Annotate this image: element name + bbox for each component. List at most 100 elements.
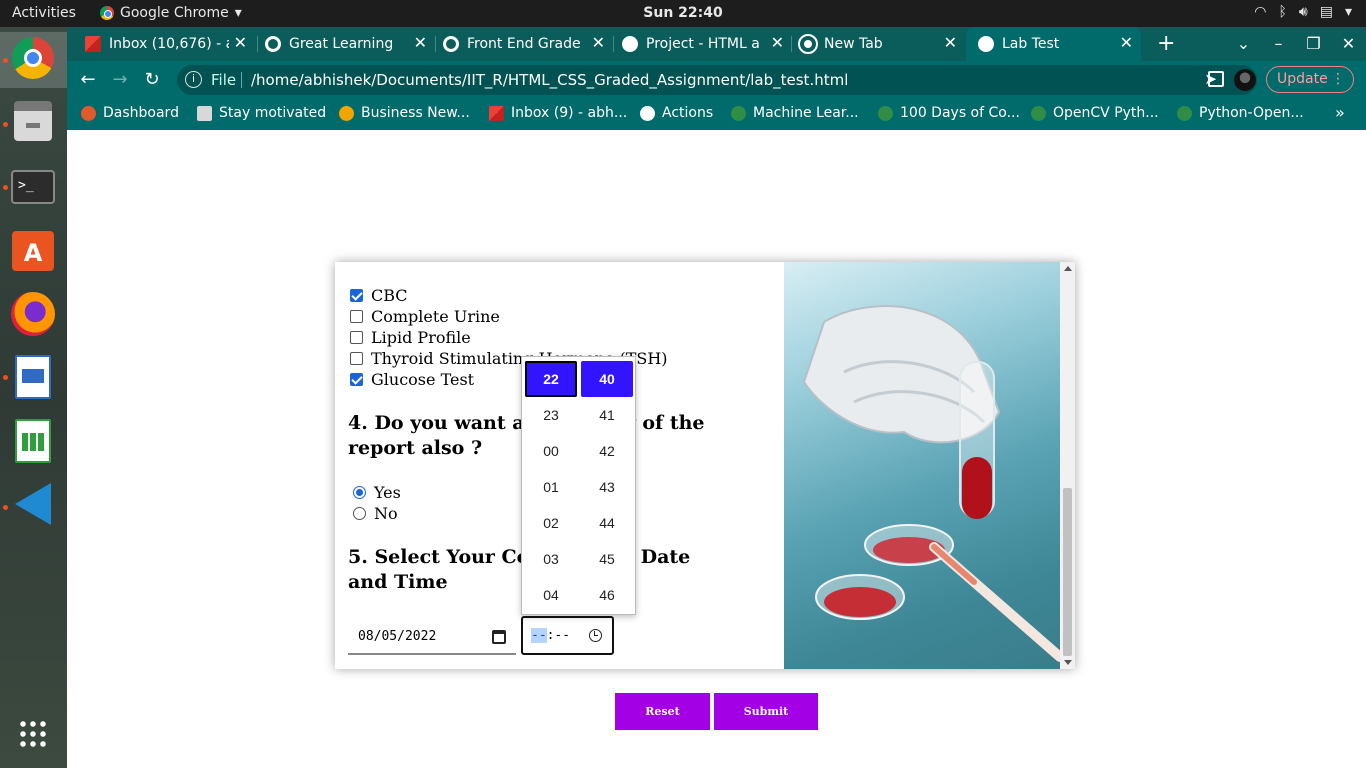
close-icon[interactable]: ✕ [234, 35, 247, 51]
radio-button[interactable] [353, 507, 366, 520]
bookmark-dashboard[interactable]: Dashboard [81, 105, 179, 121]
close-window-button[interactable]: ✕ [1331, 27, 1366, 61]
dock-calc[interactable] [11, 419, 55, 463]
system-tray[interactable]: ◠ ᛒ 🔊︎ ▤ ▾ [1254, 4, 1352, 20]
hour-option[interactable]: 02 [525, 505, 577, 541]
bookmark-python-open[interactable]: Python-Open... [1177, 105, 1304, 121]
back-button[interactable]: ← [75, 67, 101, 93]
dock-software[interactable]: A [11, 229, 55, 273]
close-icon[interactable]: ✕ [944, 35, 957, 51]
hour-option[interactable]: 22 [525, 361, 577, 397]
clipboard-icon: ▤ [1319, 4, 1333, 20]
tab-new-tab[interactable]: New Tab ✕ [798, 27, 965, 61]
date-input[interactable]: 08/05/2022 [348, 620, 516, 655]
page-content: CBC Complete Urine Lipid Profile Thyroid… [67, 130, 1366, 768]
dock-firefox[interactable] [11, 292, 55, 336]
minute-option[interactable]: 43 [581, 469, 633, 505]
minute-column[interactable]: 40 41 42 43 44 45 46 [581, 361, 633, 613]
checkbox[interactable] [350, 289, 363, 302]
checkbox[interactable] [350, 331, 363, 344]
minute-option[interactable]: 44 [581, 505, 633, 541]
dock-terminal[interactable]: >_ [11, 165, 55, 209]
hour-option[interactable]: 00 [525, 433, 577, 469]
scroll-up-icon[interactable] [1064, 266, 1072, 271]
update-button[interactable]: Update ⋮ [1266, 66, 1354, 93]
update-label: Update [1277, 71, 1328, 87]
reload-button[interactable]: ↻ [139, 67, 165, 93]
minute-option[interactable]: 41 [581, 397, 633, 433]
dock-files[interactable] [11, 99, 55, 143]
minute-option[interactable]: 46 [581, 577, 633, 613]
time-hour-segment[interactable]: -- [531, 628, 547, 643]
bookmark-business-news[interactable]: Business New... [339, 105, 470, 121]
kebab-menu-icon[interactable]: ⋮ [1331, 67, 1345, 92]
radio-yes[interactable]: Yes [353, 483, 401, 502]
checkbox[interactable] [350, 310, 363, 323]
scroll-down-icon[interactable] [1064, 660, 1072, 665]
tab-search-button[interactable]: ⌄ [1226, 27, 1261, 61]
submit-button[interactable]: Submit [714, 693, 818, 730]
bookmark-inbox[interactable]: Inbox (9) - abh... [489, 105, 627, 121]
hour-option[interactable]: 01 [525, 469, 577, 505]
google-icon [443, 36, 459, 52]
reset-button[interactable]: Reset [615, 693, 710, 730]
test-option-glucose[interactable]: Glucose Test [350, 370, 474, 389]
checkbox[interactable] [350, 373, 363, 386]
radio-no[interactable]: No [353, 504, 398, 523]
activities-button[interactable]: Activities [12, 5, 76, 21]
maximize-button[interactable]: ❐ [1296, 27, 1331, 61]
profile-avatar[interactable] [1234, 69, 1256, 91]
close-icon[interactable]: ✕ [771, 35, 784, 51]
tab-gmail-inbox[interactable]: Inbox (10,676) - a ✕ [85, 27, 255, 61]
bookmarks-overflow-button[interactable]: » [1335, 103, 1345, 122]
checkbox[interactable] [350, 352, 363, 365]
new-tab-button[interactable]: + [1157, 31, 1175, 56]
side-panel-icon[interactable] [1208, 71, 1224, 87]
radio-button[interactable] [353, 486, 366, 499]
url-text[interactable]: /home/abhishek/Documents/IIT_R/HTML_CSS_… [251, 71, 848, 89]
dock-writer[interactable] [11, 355, 55, 399]
info-icon[interactable]: i [185, 71, 202, 88]
minute-option[interactable]: 45 [581, 541, 633, 577]
tab-lab-test[interactable]: Lab Test ✕ [966, 27, 1141, 61]
form-scrollbar[interactable] [1060, 262, 1075, 669]
lab-test-tube-image [784, 262, 1060, 669]
time-input[interactable]: --:-- [521, 616, 614, 655]
test-option-cbc[interactable]: CBC [350, 286, 408, 305]
test-option-complete-urine[interactable]: Complete Urine [350, 307, 500, 326]
app-menu[interactable]: Google Chrome ▾ [100, 5, 242, 21]
time-picker-popup[interactable]: 22 23 00 01 02 03 04 40 41 42 43 44 45 4… [521, 356, 636, 615]
bookmark-machine-learning[interactable]: Machine Lear... [731, 105, 859, 121]
bookmark-stay-motivated[interactable]: Stay motivated [197, 105, 326, 121]
forward-button[interactable]: → [107, 67, 133, 93]
show-applications-button[interactable] [11, 712, 55, 756]
tab-front-end-grade[interactable]: Front End Grade ✕ [443, 27, 613, 61]
bookmark-label: Python-Open... [1199, 105, 1304, 121]
bookmark-100-days[interactable]: 100 Days of Co... [878, 105, 1020, 121]
hour-option[interactable]: 23 [525, 397, 577, 433]
close-icon[interactable]: ✕ [1120, 35, 1133, 51]
close-icon[interactable]: ✕ [414, 35, 427, 51]
bookmark-actions[interactable]: Actions [640, 105, 713, 121]
minute-option[interactable]: 40 [581, 361, 633, 397]
minimize-button[interactable]: – [1261, 27, 1296, 61]
tab-great-learning[interactable]: Great Learning ✕ [265, 27, 435, 61]
bookmark-opencv-python[interactable]: OpenCV Pyth... [1031, 105, 1159, 121]
hour-column[interactable]: 22 23 00 01 02 03 04 [525, 361, 577, 613]
hour-option[interactable]: 03 [525, 541, 577, 577]
close-icon[interactable]: ✕ [592, 35, 605, 51]
clock-icon[interactable] [589, 629, 602, 642]
time-minute-segment[interactable]: :-- [547, 628, 570, 643]
dock-vscode[interactable] [11, 482, 55, 526]
minute-option[interactable]: 42 [581, 433, 633, 469]
hour-option[interactable]: 04 [525, 577, 577, 613]
scrollbar-thumb[interactable] [1063, 488, 1072, 656]
calendar-icon[interactable] [492, 630, 506, 644]
tab-strip: Inbox (10,676) - a ✕ Great Learning ✕ Fr… [67, 27, 1366, 61]
address-bar[interactable]: i File /home/abhishek/Documents/IIT_R/HT… [177, 65, 1257, 95]
test-option-lipid-profile[interactable]: Lipid Profile [350, 328, 471, 347]
tab-project-html[interactable]: Project - HTML a ✕ [622, 27, 792, 61]
clock[interactable]: Sun 22:40 [643, 5, 722, 21]
bookmark-label: OpenCV Pyth... [1053, 105, 1159, 121]
dock-chrome[interactable] [11, 36, 55, 80]
